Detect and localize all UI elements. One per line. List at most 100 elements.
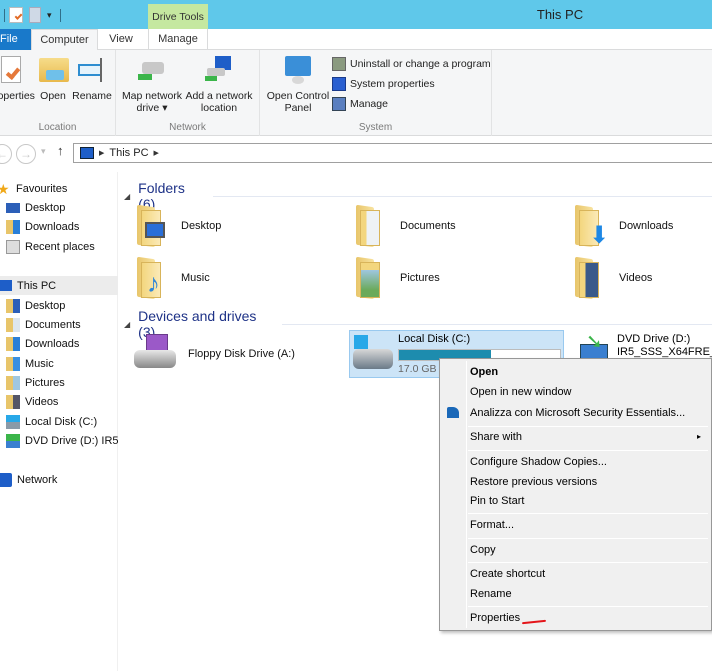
open-label: Open: [40, 90, 66, 102]
control-panel-icon: [282, 54, 314, 86]
menu-item-scan-security-essentials[interactable]: Analizza con Microsoft Security Essentia…: [470, 403, 707, 423]
qat-separator: [59, 8, 61, 22]
sidebar-item-documents[interactable]: Documents: [6, 315, 124, 334]
ribbon-group-location: Properties Open Rename Location: [0, 50, 116, 136]
menu-item-open-new-window[interactable]: Open in new window: [470, 382, 707, 402]
properties-icon[interactable]: [9, 7, 23, 23]
recent-locations-dropdown[interactable]: ▾: [41, 146, 46, 157]
tab-view[interactable]: View: [98, 29, 144, 50]
menu-item-pin-to-start[interactable]: Pin to Start: [470, 491, 707, 511]
this-pc-icon: [0, 280, 12, 291]
control-panel-label-1: Open Control: [266, 90, 330, 102]
customize-dropdown-icon[interactable]: ▾: [47, 10, 52, 21]
downloads-folder-icon: [6, 219, 20, 234]
group-divider: [282, 323, 712, 325]
sidebar-fav-downloads[interactable]: Downloads: [6, 217, 124, 236]
drive-label: Floppy Disk Drive (A:): [188, 348, 295, 360]
forward-button[interactable]: →: [16, 144, 36, 164]
sidebar-item-dvd-drive[interactable]: DVD Drive (D:) IR5_S: [6, 431, 118, 450]
menu-item-create-shortcut[interactable]: Create shortcut: [470, 564, 707, 584]
sidebar-item-desktop[interactable]: Desktop: [6, 296, 124, 315]
manage-label: Manage: [350, 98, 388, 110]
drive-sublabel: IR5_SSS_X64FRE_IT-IT: [617, 346, 712, 358]
open-button[interactable]: Open: [38, 54, 70, 102]
folder-pictures[interactable]: Pictures: [354, 256, 440, 300]
collapse-arrow-icon[interactable]: ◢: [124, 192, 130, 201]
sidebar-label: Recent places: [25, 240, 95, 253]
drive-free-space: 17.0 GB f: [398, 363, 443, 375]
menu-item-configure-shadow-copies[interactable]: Configure Shadow Copies...: [470, 452, 707, 472]
sidebar-label: This PC: [17, 279, 57, 292]
menu-item-format[interactable]: Format...: [470, 515, 707, 535]
sidebar-label: Pictures: [25, 376, 65, 389]
system-properties-button[interactable]: System properties: [332, 75, 435, 93]
folder-videos[interactable]: Videos: [573, 256, 652, 300]
sidebar-label: DVD Drive (D:) IR5_S: [25, 434, 118, 447]
folder-label: Videos: [619, 272, 653, 284]
back-button[interactable]: ←: [0, 144, 12, 164]
new-folder-icon[interactable]: [29, 7, 41, 23]
menu-item-rename[interactable]: Rename: [470, 584, 707, 604]
sidebar-fav-recent[interactable]: Recent places: [6, 237, 124, 256]
uninstall-program-button[interactable]: Uninstall or change a program: [332, 55, 491, 73]
sidebar-label: Music: [25, 357, 54, 370]
sidebar-network[interactable]: Network: [0, 470, 118, 489]
folder-desktop[interactable]: Desktop: [135, 204, 221, 248]
this-pc-icon: [80, 147, 94, 159]
map-network-drive-button[interactable]: Map network drive ▾: [120, 54, 184, 114]
rename-button[interactable]: Rename: [72, 54, 112, 102]
sidebar-item-music[interactable]: Music: [6, 354, 124, 373]
menu-item-open[interactable]: Open: [470, 362, 707, 382]
sidebar-item-videos[interactable]: Videos: [6, 392, 124, 411]
manage-button[interactable]: Manage: [332, 95, 388, 113]
menu-item-properties[interactable]: Properties: [470, 608, 707, 628]
open-folder-icon: [38, 54, 70, 86]
menu-separator: [468, 562, 708, 563]
menu-item-copy[interactable]: Copy: [470, 540, 707, 560]
sidebar-label: Downloads: [25, 337, 80, 350]
group-divider: [213, 195, 712, 197]
share-with-label: Share with: [470, 431, 522, 443]
folder-music[interactable]: ♪ Music: [135, 256, 210, 300]
folder-documents[interactable]: Documents: [354, 204, 456, 248]
sidebar-this-pc[interactable]: This PC: [0, 276, 118, 295]
sidebar-item-local-disk[interactable]: Local Disk (C:): [6, 412, 124, 431]
sidebar-label: Favourites: [16, 182, 68, 195]
drive-floppy[interactable]: Floppy Disk Drive (A:): [132, 334, 295, 374]
menu-gutter: [466, 361, 467, 628]
drive-label: DVD Drive (D:): [617, 333, 691, 345]
sidebar-favourites[interactable]: ★ Favourites: [0, 179, 118, 198]
submenu-arrow-icon: ▸: [696, 432, 701, 441]
breadcrumb-chevron[interactable]: ▶: [154, 149, 159, 157]
open-control-panel-button[interactable]: Open Control Panel: [263, 54, 333, 114]
desktop-folder-icon: [135, 204, 169, 248]
location-group-label: Location: [38, 122, 77, 133]
menu-separator: [468, 513, 708, 514]
add-network-location-button[interactable]: Add a network location: [184, 54, 254, 114]
network-group-label: Network: [169, 122, 206, 133]
sidebar-fav-desktop[interactable]: Desktop: [6, 198, 124, 217]
properties-button[interactable]: Properties: [0, 54, 36, 102]
tab-file[interactable]: File: [0, 29, 31, 50]
tab-computer[interactable]: Computer: [31, 29, 98, 51]
uninstall-label: Uninstall or change a program: [350, 58, 491, 70]
pictures-folder-icon: [354, 256, 388, 300]
ribbon: Properties Open Rename Location Map netw…: [0, 50, 712, 136]
up-button[interactable]: ↑: [57, 143, 64, 158]
tab-manage[interactable]: Manage: [148, 29, 208, 50]
menu-item-restore-previous-versions[interactable]: Restore previous versions: [470, 472, 707, 492]
breadcrumb-separator[interactable]: ▶: [99, 149, 104, 157]
breadcrumb-this-pc[interactable]: This PC: [109, 147, 148, 159]
collapse-arrow-icon[interactable]: ◢: [124, 320, 130, 329]
sidebar-item-downloads[interactable]: Downloads: [6, 334, 124, 353]
star-icon: ★: [0, 180, 10, 197]
menu-item-share-with[interactable]: Share with ▸: [470, 427, 707, 447]
downloads-folder-icon: [6, 336, 20, 351]
folder-label: Music: [181, 272, 210, 284]
folder-downloads[interactable]: ⬇ Downloads: [573, 204, 673, 248]
rename-label: Rename: [72, 90, 112, 102]
sidebar-item-pictures[interactable]: Pictures: [6, 373, 124, 392]
folder-label: Downloads: [619, 220, 674, 232]
address-bar[interactable]: ▶ This PC ▶: [73, 143, 712, 163]
control-panel-label-2: Panel: [284, 102, 312, 114]
